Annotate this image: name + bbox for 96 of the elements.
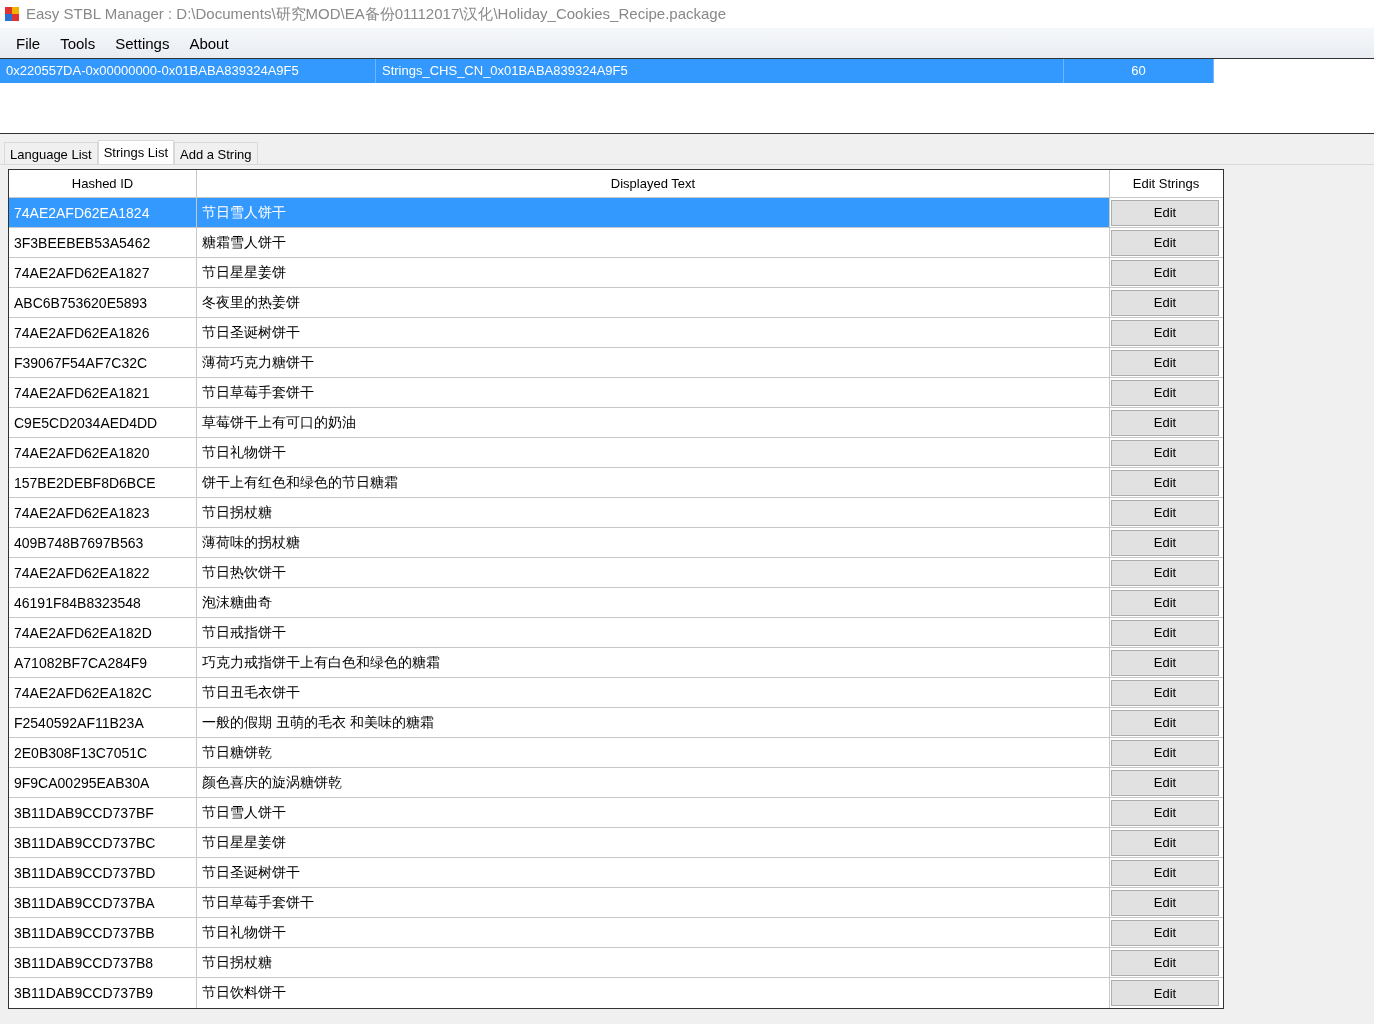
table-cell: 节日拐杖糖: [197, 948, 1110, 977]
menu-item[interactable]: File: [6, 30, 51, 56]
table-cell: 饼干上有红色和绿色的节日糖霜: [197, 468, 1110, 497]
table-cell: 74AE2AFD62EA1826: [9, 318, 197, 347]
table-cell: F2540592AF11B23A: [9, 708, 197, 737]
table-cell: 409B748B7697B563: [9, 528, 197, 557]
menu-item[interactable]: Tools: [50, 30, 106, 56]
table-cell: 节日糖饼乾: [197, 738, 1110, 767]
table-cell: 颜色喜庆的旋涡糖饼乾: [197, 768, 1110, 797]
table-cell: 74AE2AFD62EA1827: [9, 258, 197, 287]
edit-button[interactable]: Edit: [1111, 499, 1219, 526]
tab[interactable]: Add a String: [174, 142, 258, 164]
table-cell: 3B11DAB9CCD737B8: [9, 948, 197, 977]
edit-button[interactable]: Edit: [1111, 709, 1219, 736]
table-cell: 冬夜里的热姜饼: [197, 288, 1110, 317]
edit-button[interactable]: Edit: [1111, 469, 1219, 496]
column-header: Edit Strings: [1131, 175, 1201, 193]
edit-button[interactable]: Edit: [1111, 229, 1219, 256]
menu-item[interactable]: About: [179, 30, 239, 56]
edit-button[interactable]: Edit: [1111, 409, 1219, 436]
edit-button[interactable]: Edit: [1111, 679, 1219, 706]
package-instance: 0x220557DA-0x00000000-0x01BABA839324A9F5: [0, 59, 376, 83]
edit-button[interactable]: Edit: [1111, 889, 1219, 916]
table-cell: 节日丑毛衣饼干: [197, 678, 1110, 707]
column-header: Hashed ID: [9, 170, 197, 197]
menu-item[interactable]: Settings: [105, 30, 180, 56]
edit-button[interactable]: Edit: [1111, 589, 1219, 616]
edit-button[interactable]: Edit: [1111, 649, 1219, 676]
tab[interactable]: Language List: [4, 142, 98, 164]
table-cell: 3B11DAB9CCD737BF: [9, 798, 197, 827]
table-cell: 节日礼物饼干: [197, 438, 1110, 467]
table-cell: 3B11DAB9CCD737BB: [9, 918, 197, 947]
table-cell: 3B11DAB9CCD737B9: [9, 978, 197, 1008]
edit-button[interactable]: Edit: [1111, 799, 1219, 826]
table-cell: 74AE2AFD62EA182C: [9, 678, 197, 707]
table-cell: 74AE2AFD62EA1824: [9, 198, 197, 227]
string-count: 60: [1064, 59, 1214, 83]
edit-button[interactable]: Edit: [1111, 319, 1219, 346]
edit-button[interactable]: Edit: [1111, 980, 1219, 1006]
column-header: Displayed Text: [197, 170, 1110, 197]
table-cell: ABC6B753620E5893: [9, 288, 197, 317]
table-cell: 74AE2AFD62EA182D: [9, 618, 197, 647]
edit-button[interactable]: Edit: [1111, 289, 1219, 316]
edit-button[interactable]: Edit: [1111, 559, 1219, 586]
table-cell: 3B11DAB9CCD737BC: [9, 828, 197, 857]
table-cell: 薄荷巧克力糖饼干: [197, 348, 1110, 377]
window-title: Easy STBL Manager : D:\Documents\研究MOD\EA备份01112017\汉化\Holiday_Cookies_Recipe.package: [26, 4, 727, 24]
edit-button[interactable]: Edit: [1111, 259, 1219, 286]
edit-button[interactable]: Edit: [1111, 949, 1219, 976]
table-cell: 节日草莓手套饼干: [197, 378, 1110, 407]
table-cell: 节日拐杖糖: [197, 498, 1110, 527]
table-cell: 节日草莓手套饼干: [197, 888, 1110, 917]
table-cell: 9F9CA00295EAB30A: [9, 768, 197, 797]
table-cell: 节日热饮饼干: [197, 558, 1110, 587]
table-cell: 节日雪人饼干: [197, 198, 1110, 227]
table-cell: 3B11DAB9CCD737BA: [9, 888, 197, 917]
table-cell: 74AE2AFD62EA1823: [9, 498, 197, 527]
edit-button[interactable]: Edit: [1111, 529, 1219, 556]
tab[interactable]: Strings List: [97, 140, 174, 164]
table-cell: 糖霜雪人饼干: [197, 228, 1110, 257]
edit-button[interactable]: Edit: [1111, 769, 1219, 796]
package-name: Strings_CHS_CN_0x01BABA839324A9F5: [376, 59, 1064, 83]
edit-button[interactable]: Edit: [1111, 379, 1219, 406]
edit-button[interactable]: Edit: [1111, 619, 1219, 646]
table-cell: 74AE2AFD62EA1822: [9, 558, 197, 587]
table-cell: 3B11DAB9CCD737BD: [9, 858, 197, 887]
table-cell: 74AE2AFD62EA1820: [9, 438, 197, 467]
table-cell: 节日星星姜饼: [197, 258, 1110, 287]
table-cell: 泡沫糖曲奇: [197, 588, 1110, 617]
edit-button[interactable]: Edit: [1111, 829, 1219, 856]
table-cell: 一般的假期 丑萌的毛衣 和美味的糖霜: [197, 708, 1110, 737]
edit-button[interactable]: Edit: [1111, 199, 1219, 226]
table-cell: F39067F54AF7C32C: [9, 348, 197, 377]
app-icon: [4, 6, 20, 22]
table-cell: 节日星星姜饼: [197, 828, 1110, 857]
table-cell: 3F3BEEBEB53A5462: [9, 228, 197, 257]
edit-button[interactable]: Edit: [1111, 859, 1219, 886]
table-cell: 46191F84B8323548: [9, 588, 197, 617]
edit-button[interactable]: Edit: [1111, 349, 1219, 376]
table-cell: 节日雪人饼干: [197, 798, 1110, 827]
table-cell: 薄荷味的拐杖糖: [197, 528, 1110, 557]
edit-button[interactable]: Edit: [1111, 739, 1219, 766]
table-cell: 节日圣诞树饼干: [197, 858, 1110, 887]
edit-button[interactable]: Edit: [1111, 919, 1219, 946]
table-cell: A71082BF7CA284F9: [9, 648, 197, 677]
table-cell: 巧克力戒指饼干上有白色和绿色的糖霜: [197, 648, 1110, 677]
table-cell: 157BE2DEBF8D6BCE: [9, 468, 197, 497]
table-cell: 节日礼物饼干: [197, 918, 1110, 947]
table-cell: C9E5CD2034AED4DD: [9, 408, 197, 437]
table-cell: 节日饮料饼干: [197, 978, 1110, 1008]
table-cell: 2E0B308F13C7051C: [9, 738, 197, 767]
table-cell: 节日圣诞树饼干: [197, 318, 1110, 347]
edit-button[interactable]: Edit: [1111, 439, 1219, 466]
table-cell: 节日戒指饼干: [197, 618, 1110, 647]
table-cell: 74AE2AFD62EA1821: [9, 378, 197, 407]
table-cell: 草莓饼干上有可口的奶油: [197, 408, 1110, 437]
